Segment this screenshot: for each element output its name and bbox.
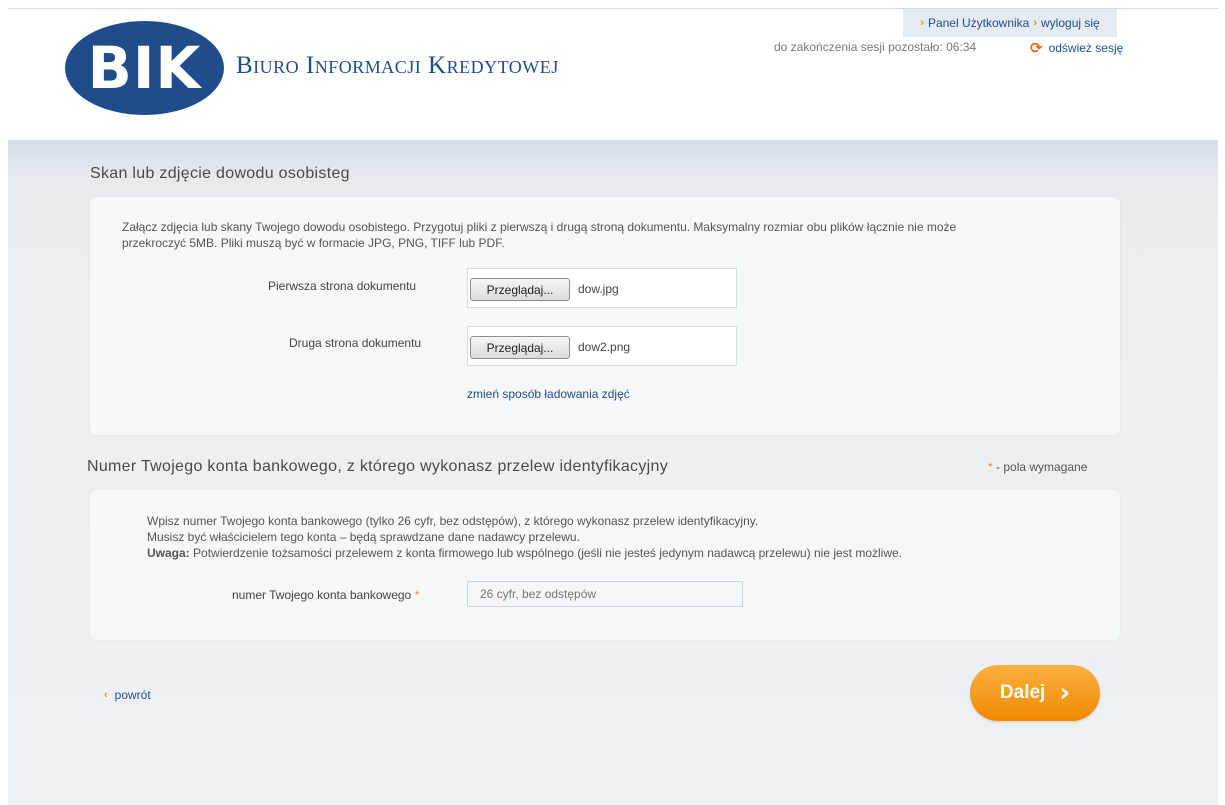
scan-section-title: Skan lub zdjęcie dowodu osobisteg <box>90 165 350 182</box>
chevron-right-icon: › <box>1033 17 1038 29</box>
scan-description-line: przekroczyć 5MB. Pliki muszą być w forma… <box>122 236 505 250</box>
user-links: › Panel Użytkownika › wyloguj się <box>903 9 1117 37</box>
second-page-browse-button[interactable]: Przeglądaj... <box>470 336 570 359</box>
warning-label: Uwaga: <box>147 546 190 560</box>
next-button[interactable]: Dalej › <box>970 665 1100 721</box>
scan-description: Załącz zdjęcia lub skany Twojego dowodu … <box>122 219 1107 251</box>
required-star-icon: * <box>414 588 420 602</box>
first-page-label: Pierwsza strona dokumentu <box>268 279 417 293</box>
chevron-right-icon: › <box>920 17 924 29</box>
second-page-label: Druga strona dokumentu <box>289 336 422 350</box>
logout-link[interactable]: wyloguj się <box>1041 16 1100 30</box>
scan-panel: Załącz zdjęcia lub skany Twojego dowodu … <box>90 197 1120 435</box>
first-page-file-input: Przeglądaj... dow.jpg <box>467 268 737 308</box>
account-number-label-text: numer Twojego konta bankowego <box>232 588 412 602</box>
second-page-file-name: dow2.png <box>578 340 631 354</box>
back-link[interactable]: ‹ powrót <box>104 688 151 702</box>
warning-text: Potwierdzenie tożsamości przelewem z kon… <box>189 546 903 560</box>
required-star-icon: * <box>988 460 993 474</box>
bik-logo[interactable]: BIK <box>65 21 224 115</box>
next-label: Dalej <box>999 682 1046 703</box>
back-label: powrót <box>114 688 151 702</box>
second-page-file-input: Przeglądaj... dow2.png <box>467 326 737 366</box>
page-header: BIK Biuro Informacji Kredytowej › Panel … <box>8 9 1218 140</box>
panel-link[interactable]: Panel Użytkownika <box>928 16 1029 30</box>
refresh-session-link[interactable]: ⟳ odśwież sesję <box>1030 39 1123 57</box>
logo-mark: BIK <box>87 34 202 102</box>
session-timer: do zakończenia sesji pozostało: 06:34 <box>774 40 977 54</box>
account-section-title: Numer Twojego konta bankowego, z którego… <box>87 458 669 475</box>
chevron-right-icon: › <box>1059 678 1071 708</box>
refresh-label: odśwież sesję <box>1048 41 1124 55</box>
account-warning: Uwaga: Potwierdzenie tożsamości przelewe… <box>147 545 1107 561</box>
required-fields-note: * - pola wymagane <box>988 460 1087 474</box>
refresh-icon: ⟳ <box>1030 40 1043 57</box>
scan-description-line: Załącz zdjęcia lub skany Twojego dowodu … <box>122 220 957 234</box>
account-number-input[interactable] <box>467 581 743 607</box>
account-number-label: numer Twojego konta bankowego * <box>232 588 419 602</box>
account-description-line: Wpisz numer Twojego konta bankowego (tyl… <box>147 514 759 528</box>
first-page-file-name: dow.jpg <box>578 282 619 296</box>
main-content: Skan lub zdjęcie dowodu osobisteg Załącz… <box>8 140 1218 805</box>
change-upload-method-link[interactable]: zmień sposób ładowania zdjęć <box>467 387 630 401</box>
account-panel: Wpisz numer Twojego konta bankowego (tyl… <box>90 490 1120 640</box>
logo-text: Biuro Informacji Kredytowej <box>236 52 559 79</box>
required-note-text: - pola wymagane <box>996 460 1088 474</box>
chevron-left-icon: ‹ <box>104 689 108 701</box>
account-description-line: Musisz być właścicielem tego konta – będ… <box>147 530 580 544</box>
first-page-browse-button[interactable]: Przeglądaj... <box>470 278 570 301</box>
account-description: Wpisz numer Twojego konta bankowego (tyl… <box>147 513 1107 561</box>
